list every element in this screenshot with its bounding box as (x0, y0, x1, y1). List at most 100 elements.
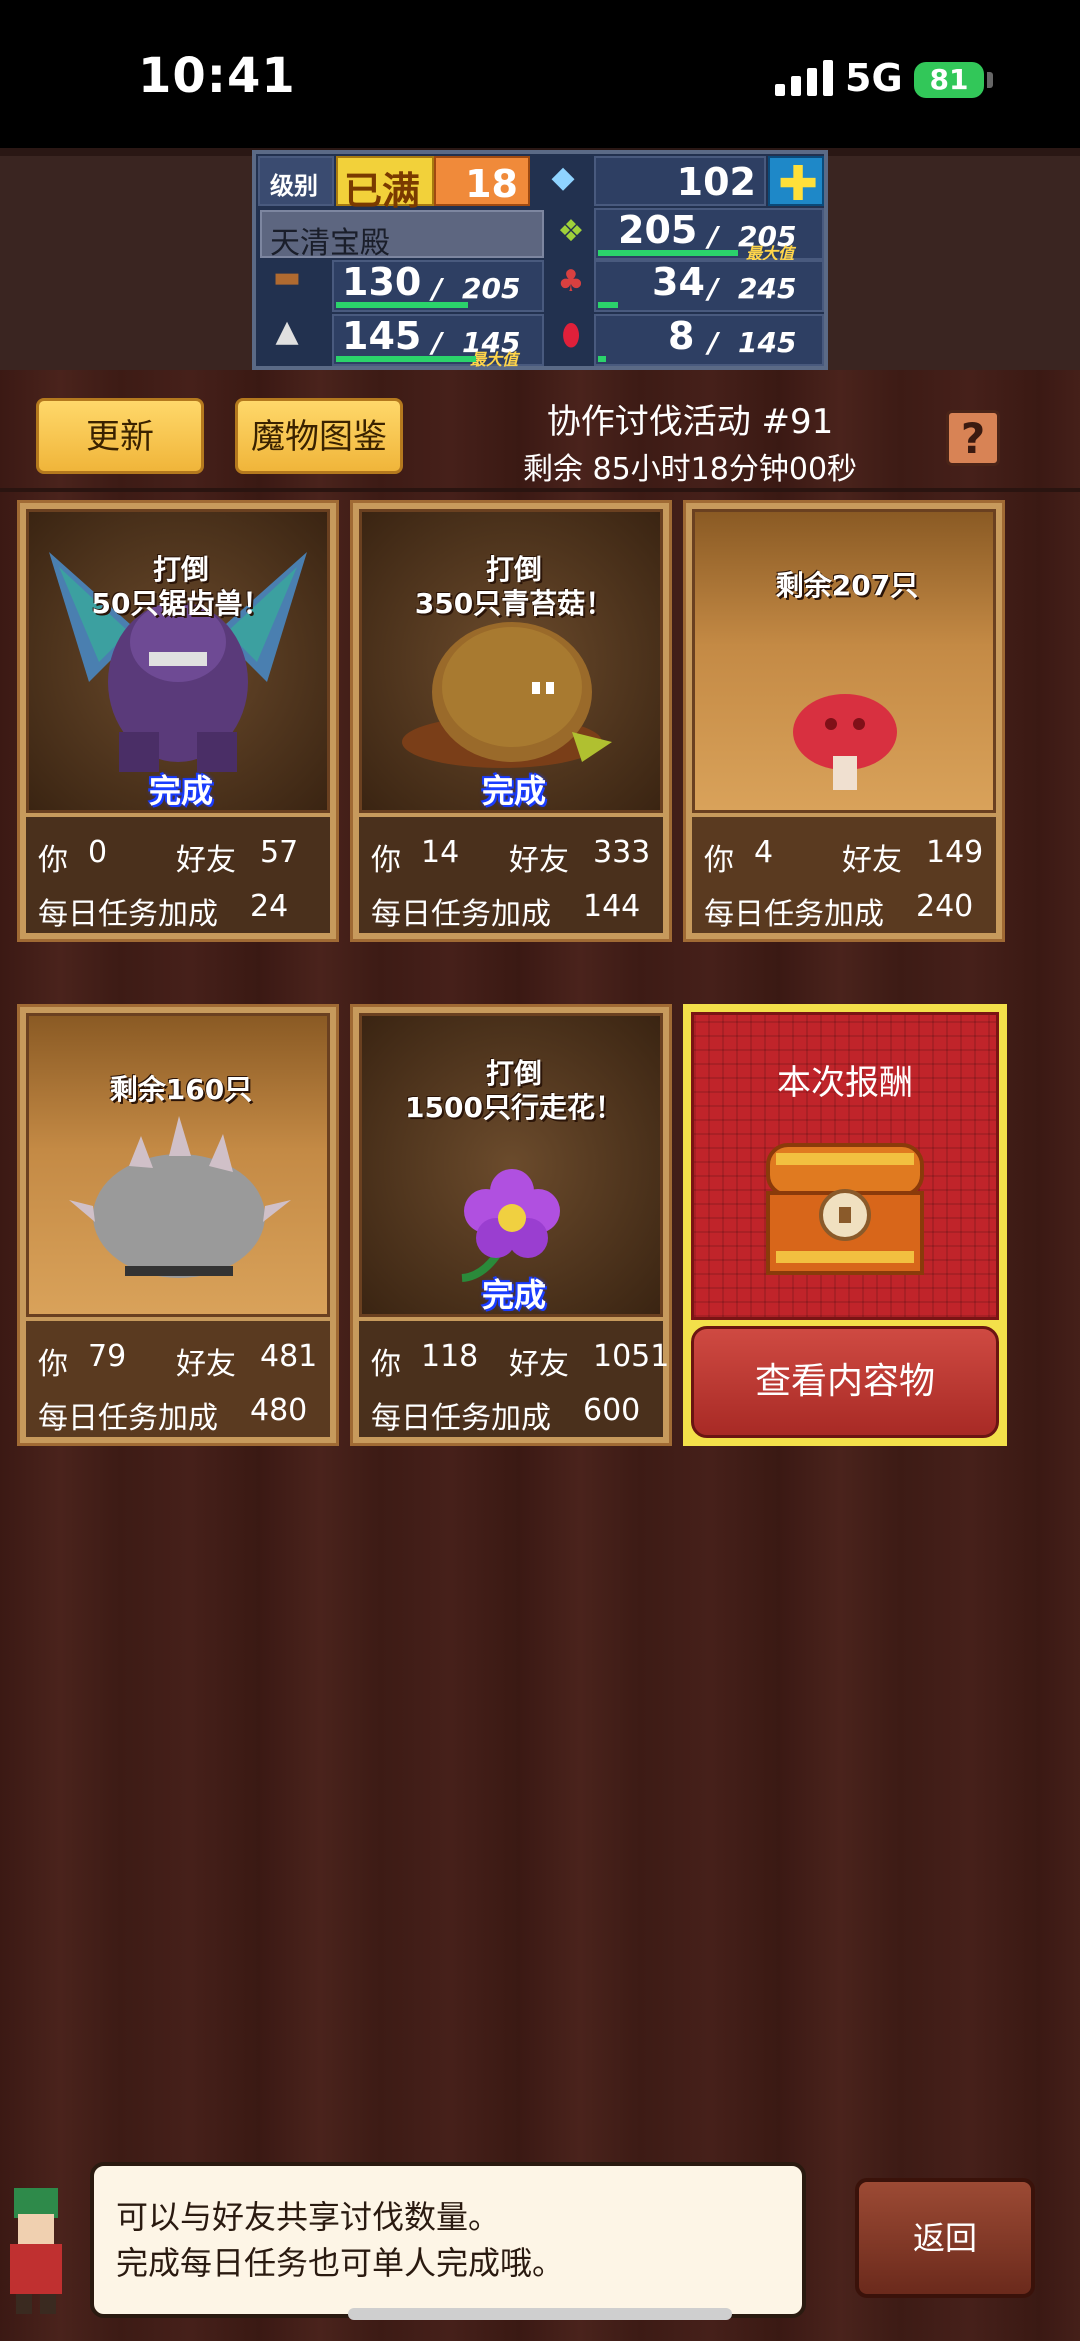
you-label: 你 (38, 1347, 68, 1382)
grass-value: 205 (618, 208, 698, 252)
bestiary-button[interactable]: 魔物图鉴 (235, 398, 403, 474)
spiked-rock-icon (69, 1116, 291, 1278)
card-stats: 你 0 好友 57 每日任务加成 24 (26, 817, 330, 933)
daily-label: 每日任务加成 (38, 897, 218, 932)
event-time-remaining: 剩余 85小时18分钟00秒 (522, 452, 858, 487)
location-name: 天清宝殿 (270, 226, 390, 261)
food-cell: 34 / 245 (594, 260, 824, 312)
grass-sep: / (708, 220, 719, 253)
monster-image-frame: 打倒 50只锯齿兽！ 完成 (26, 509, 330, 813)
monster-card-sawtooth-beast[interactable]: 打倒 50只锯齿兽！ 完成 你 0 好友 57 每日任务加成 24 (17, 500, 339, 942)
monster-image-frame: 剩余160只 (26, 1013, 330, 1317)
friends-label: 好友 (509, 843, 569, 878)
you-label: 你 (704, 843, 734, 878)
food-bar (598, 302, 618, 308)
diamond-icon: ◆ (551, 160, 575, 195)
ruby-icon: ⬮ (561, 318, 581, 353)
monster-image-frame: 打倒 350只青苔菇！ 完成 (359, 509, 663, 813)
daily-count: 24 (250, 889, 289, 924)
monster-image-frame: 打倒 1500只行走花！ 完成 (359, 1013, 663, 1317)
friends-count: 149 (926, 835, 984, 870)
gems-value: 102 (676, 160, 756, 204)
friends-label: 好友 (509, 1347, 569, 1382)
daily-label: 每日任务加成 (371, 897, 551, 932)
wood-cell: 130 / 205 (332, 260, 544, 312)
daily-count: 480 (250, 1393, 308, 1428)
friends-count: 1051 (593, 1339, 670, 1374)
monster-card-moss-mushroom[interactable]: 打倒 350只青苔菇！ 完成 你 14 好友 333 每日任务加成 144 (350, 500, 672, 942)
level-status: 已满 (344, 169, 421, 213)
friends-label: 好友 (176, 1347, 236, 1382)
header-divider (0, 488, 1080, 492)
daily-count: 240 (916, 889, 974, 924)
grass-cell: 205 / 205 最大值 (594, 208, 824, 263)
resource-panel: 级别 已满 18 ◆ 102 ✚ 天清宝殿 ❖ 205 / 205 最大值 ▬ … (252, 150, 828, 370)
grass-bar (598, 250, 738, 256)
view-contents-button[interactable]: 查看内容物 (691, 1326, 999, 1438)
ruby-cell: 8 / 145 (594, 314, 824, 366)
friends-label: 好友 (842, 843, 902, 878)
card-status: 完成 (148, 772, 213, 810)
you-count: 118 (421, 1339, 479, 1374)
wood-bar (336, 302, 468, 308)
red-mushroom-icon (793, 694, 897, 790)
gems-cell: 102 (594, 156, 766, 206)
reward-image-frame: 本次报酬 (691, 1012, 999, 1320)
you-label: 你 (371, 1347, 401, 1382)
daily-label: 每日任务加成 (38, 1401, 218, 1436)
card-stats: 你 4 好友 149 每日任务加成 240 (692, 817, 996, 933)
reward-card: 本次报酬 查看内容物 (683, 1004, 1007, 1446)
monster-card-spiked-rock[interactable]: 剩余160只 你 79 好友 481 每日任务加成 480 (17, 1004, 339, 1446)
ore-bar (336, 356, 476, 362)
daily-count: 600 (583, 1393, 641, 1428)
level-label-cell: 级别 (258, 156, 334, 206)
card-status: 完成 (481, 772, 546, 810)
hint-line2: 完成每日任务也可单人完成哦。 (116, 2244, 565, 2282)
wood-icon: ▬ (272, 260, 302, 295)
back-button[interactable]: 返回 (855, 2178, 1035, 2298)
monster-card-red-mushroom[interactable]: 剩余207只 你 4 好友 149 每日任务加成 240 (683, 500, 1005, 942)
daily-label: 每日任务加成 (371, 1401, 551, 1436)
daily-count: 144 (583, 889, 641, 924)
home-indicator[interactable] (348, 2308, 732, 2320)
location-field: 天清宝殿 (260, 210, 544, 261)
you-count: 0 (88, 835, 108, 870)
add-gems-button[interactable]: ✚ (768, 156, 824, 212)
battery-tip (987, 72, 993, 88)
ruby-max: 145 (738, 326, 797, 359)
treasure-chest-icon (766, 1143, 924, 1275)
wood-value: 130 (342, 260, 422, 304)
you-label: 你 (371, 843, 401, 878)
refresh-button[interactable]: 更新 (36, 398, 204, 474)
card-stats: 你 79 好友 481 每日任务加成 480 (26, 1321, 330, 1437)
plus-icon: ✚ (778, 156, 819, 212)
ore-value: 145 (342, 314, 422, 358)
level-value: 18 (465, 162, 518, 206)
level-status-cell: 已满 (336, 156, 434, 213)
status-bar: 10:41 5G 81 (0, 0, 1080, 148)
friends-count: 57 (260, 835, 299, 870)
ore-max-tag: 最大值 (470, 350, 519, 369)
hint-line1: 可以与好友共享讨伐数量。 (116, 2198, 501, 2236)
monster-image-frame: 剩余207只 (692, 509, 996, 813)
ruby-bar (598, 356, 606, 362)
you-count: 79 (88, 1339, 127, 1374)
card-remaining: 剩余160只 (109, 1073, 253, 1106)
help-button[interactable]: ? (946, 410, 1000, 466)
food-sep: / (708, 272, 719, 305)
food-max: 245 (738, 272, 797, 305)
you-count: 4 (754, 835, 774, 870)
clock: 10:41 (138, 48, 296, 104)
card-title-line2: 1500只行走花！ (405, 1091, 623, 1124)
level-label: 级别 (270, 172, 318, 200)
card-remaining: 剩余207只 (775, 569, 919, 602)
guide-character-avatar (10, 2188, 62, 2314)
wood-sep: / (432, 272, 443, 305)
network-type: 5G (845, 56, 903, 100)
food-value: 34 (652, 260, 705, 304)
friends-label: 好友 (176, 843, 236, 878)
card-status: 完成 (481, 1276, 546, 1314)
monster-card-walking-flower[interactable]: 打倒 1500只行走花！ 完成 你 118 好友 1051 每日任务加成 600 (350, 1004, 672, 1446)
ore-cell: 145 / 145 最大值 (332, 314, 544, 369)
friends-count: 333 (593, 835, 651, 870)
